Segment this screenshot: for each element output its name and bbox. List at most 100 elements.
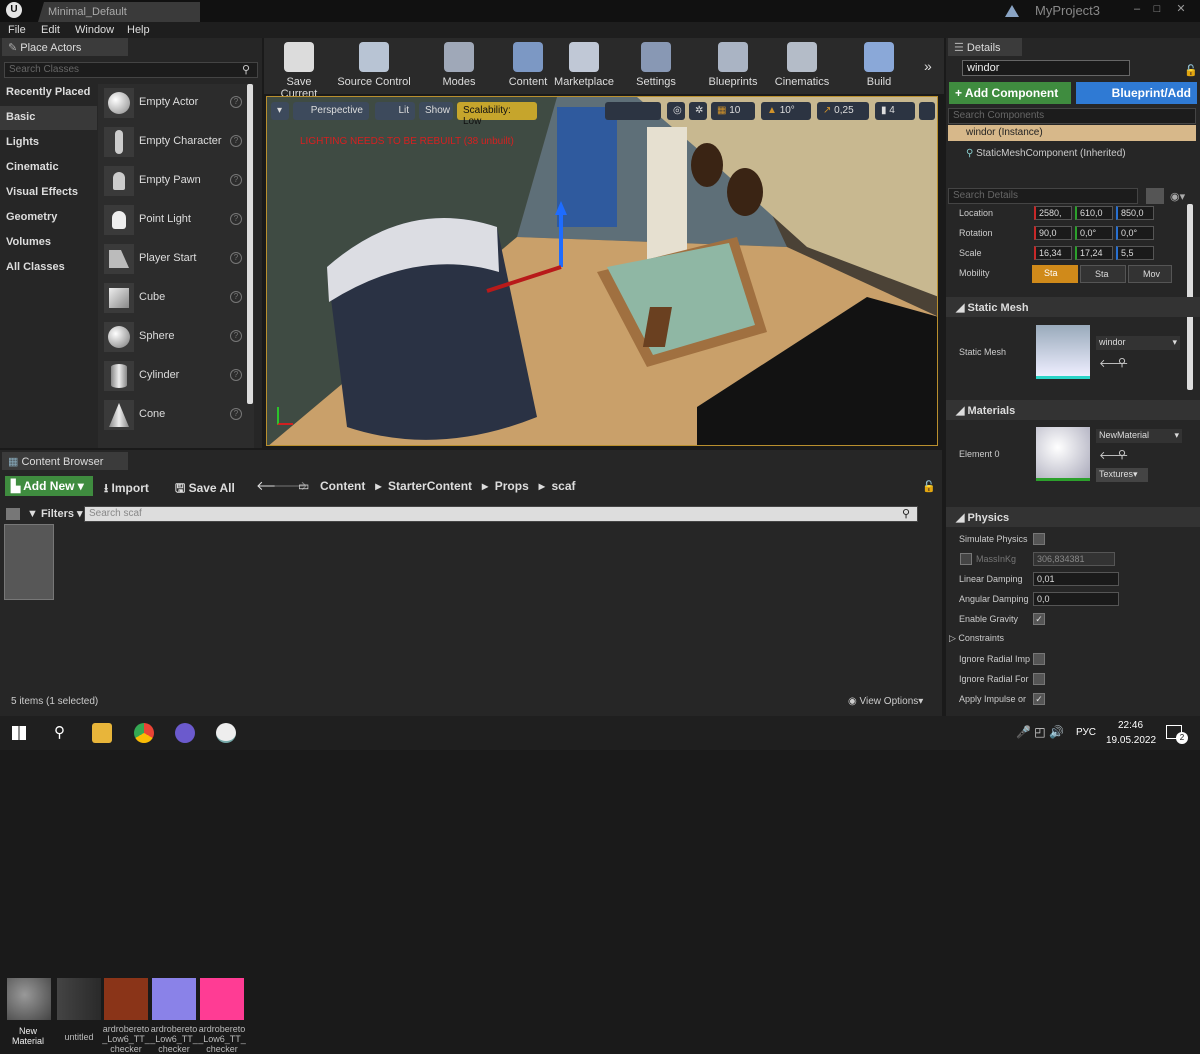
blueprints-button[interactable]: Blueprints (706, 40, 760, 92)
grid-snap-button[interactable]: ▦ 10 (711, 102, 755, 120)
add-new-button[interactable]: ▙ Add New ▾ (5, 476, 93, 496)
scale-y[interactable]: 17,24 (1075, 246, 1113, 260)
browse-search-icon[interactable]: ⚲ (1118, 356, 1126, 369)
source-control-icon[interactable] (1005, 5, 1019, 17)
blueprint-add-button[interactable]: Blueprint/Add (1076, 82, 1197, 104)
view-options-button[interactable]: ◉ View Options▾ (848, 696, 923, 707)
show-button[interactable]: Show (419, 102, 453, 120)
marketplace-button[interactable]: Marketplace (554, 40, 614, 92)
search-scaf-input[interactable]: Search scaf (84, 506, 918, 522)
component-row[interactable]: ⚲ StaticMeshComponent (Inherited) (966, 148, 1126, 159)
scale-z[interactable]: 5,5 (1116, 246, 1154, 260)
actor-cone[interactable]: Cone? (100, 396, 246, 434)
asset-thumbnail[interactable] (57, 978, 101, 1020)
search-icon[interactable]: ⚲ (54, 723, 65, 741)
surface-snap-toggle[interactable]: ✲ (689, 102, 707, 120)
enable-gravity-checkbox[interactable]: ✓ (1033, 613, 1045, 625)
source-control-button[interactable]: Source Control (336, 40, 412, 92)
clock-date[interactable]: 19.05.2022 (1106, 735, 1156, 746)
rotation-z[interactable]: 0,0° (1116, 226, 1154, 240)
asset-thumbnail[interactable] (152, 978, 196, 1020)
simulate-physics-checkbox[interactable] (1033, 533, 1045, 545)
mass-checkbox[interactable] (960, 553, 972, 565)
actor-point-light[interactable]: Point Light? (100, 201, 246, 239)
unreal-engine-icon[interactable] (216, 723, 236, 743)
crumb-startercontent[interactable]: StarterContent (388, 479, 472, 493)
physics-section[interactable]: ◢ Physics (946, 507, 1200, 527)
location-z[interactable]: 850,0 (1116, 206, 1154, 220)
clock-time[interactable]: 22:46 (1118, 720, 1143, 731)
menu-window[interactable]: Window (75, 24, 114, 36)
crumb-scaf[interactable]: scaf (551, 479, 575, 493)
actor-player-start[interactable]: Player Start? (100, 240, 246, 278)
crumb-props[interactable]: Props (495, 479, 529, 493)
search-components-input[interactable]: Search Components (948, 108, 1196, 124)
chrome-icon[interactable] (134, 723, 154, 743)
help-icon[interactable]: ? (230, 291, 242, 303)
scale-x[interactable]: 16,34 (1034, 246, 1072, 260)
actor-empty-pawn[interactable]: Empty Pawn? (100, 162, 246, 200)
help-icon[interactable]: ? (230, 252, 242, 264)
place-actors-tab[interactable]: ✎ Place Actors (2, 38, 128, 56)
scale-snap-button[interactable]: ↗ 0,25 (817, 102, 869, 120)
materials-section[interactable]: ◢ Materials (946, 400, 1200, 420)
toolbar-overflow-icon[interactable]: » (924, 58, 932, 74)
mass-field[interactable]: 306,834381 (1033, 552, 1115, 566)
close-icon[interactable]: ✕ (1174, 2, 1188, 16)
perspective-button[interactable]: Perspective (293, 102, 369, 120)
menu-help[interactable]: Help (127, 24, 150, 36)
save-current-button[interactable]: Save Current (268, 40, 330, 100)
maximize-viewport-button[interactable] (919, 102, 935, 120)
location-y[interactable]: 610,0 (1075, 206, 1113, 220)
mobility-movable[interactable]: Mov (1128, 265, 1172, 283)
crumb-content[interactable]: Content (320, 479, 365, 493)
asset-thumbnail[interactable] (7, 978, 51, 1020)
search-classes-input[interactable]: Search Classes (4, 62, 258, 78)
browse-search-icon[interactable]: ⚲ (1118, 448, 1126, 461)
category-geometry[interactable]: Geometry (0, 206, 97, 230)
modes-button[interactable]: Modes (434, 40, 484, 92)
asset-thumbnail[interactable] (200, 978, 244, 1020)
category-basic[interactable]: Basic (0, 106, 97, 130)
apply-impulse-checkbox[interactable]: ✓ (1033, 693, 1045, 705)
settings-button[interactable]: Settings (632, 40, 680, 92)
level-viewport[interactable]: ▾ Perspective Lit Show Scalability: Low … (266, 96, 938, 446)
help-icon[interactable]: ? (230, 369, 242, 381)
rotation-x[interactable]: 90,0 (1034, 226, 1072, 240)
material-thumbnail[interactable] (1036, 427, 1090, 481)
scalability-button[interactable]: Scalability: Low (457, 102, 537, 127)
level-tab[interactable]: Minimal_Default (38, 2, 200, 22)
category-recently-placed[interactable]: Recently Placed (0, 81, 97, 105)
content-button[interactable]: Content (504, 40, 552, 92)
property-matrix-icon[interactable] (1146, 188, 1164, 204)
folder-icon[interactable]: ▭ (298, 479, 309, 493)
build-button[interactable]: Build (862, 40, 896, 92)
help-icon[interactable]: ? (230, 135, 242, 147)
actor-empty-actor[interactable]: Empty Actor? (100, 84, 246, 122)
viewport-options-dropdown[interactable]: ▾ (271, 102, 289, 120)
eye-icon[interactable]: ◉▾ (1170, 190, 1185, 203)
category-lights[interactable]: Lights (0, 131, 97, 155)
actor-cylinder[interactable]: Cylinder? (100, 357, 246, 395)
messenger-icon[interactable] (175, 723, 195, 743)
cinematics-button[interactable]: Cinematics (772, 40, 832, 92)
mobility-static[interactable]: Sta (1032, 265, 1078, 283)
ignore-radial-force-checkbox[interactable] (1033, 673, 1045, 685)
angular-damping-field[interactable]: 0,0 (1033, 592, 1119, 606)
constraints-label[interactable]: ▷ Constraints (949, 633, 1004, 644)
sources-toggle-icon[interactable] (6, 508, 20, 520)
rotation-y[interactable]: 0,0° (1075, 226, 1113, 240)
lock-icon[interactable]: 🔓 (1184, 64, 1198, 77)
category-cinematic[interactable]: Cinematic (0, 156, 97, 180)
file-explorer-icon[interactable] (92, 723, 112, 743)
category-all-classes[interactable]: All Classes (0, 256, 97, 280)
lock-icon[interactable]: 🔓 (922, 480, 936, 493)
minimize-icon[interactable]: – (1130, 2, 1144, 16)
lit-button[interactable]: Lit (375, 102, 415, 120)
asset-new-material[interactable] (4, 524, 54, 600)
world-local-toggle[interactable]: ◎ (667, 102, 685, 120)
rotation-snap-button[interactable]: ▲ 10° (761, 102, 811, 120)
static-mesh-section[interactable]: ◢ Static Mesh (946, 297, 1200, 317)
help-icon[interactable]: ? (230, 96, 242, 108)
location-x[interactable]: 2580, (1034, 206, 1072, 220)
